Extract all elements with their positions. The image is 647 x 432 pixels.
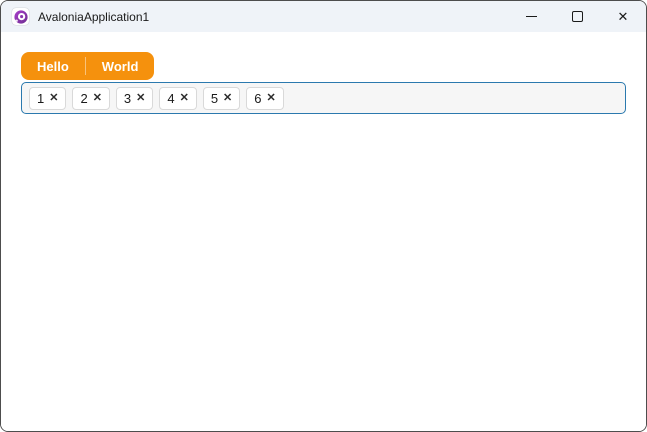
chip-1-remove-icon[interactable]: ✕: [49, 92, 58, 104]
maximize-button[interactable]: [554, 1, 600, 32]
tab-hello-label: Hello: [37, 58, 69, 74]
chip-6-label: 6: [254, 90, 262, 106]
chip-2-label: 2: [80, 90, 88, 106]
chip-1: 1 ✕: [29, 86, 67, 110]
chip-1-label: 1: [37, 90, 45, 106]
tab-world-label: World: [101, 58, 139, 74]
maximize-icon: [571, 11, 583, 22]
tab-hello[interactable]: Hello: [21, 52, 85, 80]
close-button[interactable]: ✕: [600, 1, 646, 32]
window-title: AvaloniaApplication1: [38, 9, 150, 24]
chip-6-remove-icon[interactable]: ✕: [267, 92, 276, 104]
chip-5-label: 5: [210, 90, 219, 106]
title-bar: AvaloniaApplication1 ✕: [1, 1, 646, 32]
avalonia-logo-icon: [12, 8, 29, 25]
chip-input-container[interactable]: 1 ✕ 2 ✕ 3 ✕ 4 ✕ 5 ✕ 6 ✕: [21, 82, 626, 114]
chip-4: 4 ✕: [159, 86, 197, 110]
chip-4-label: 4: [167, 90, 175, 106]
window-controls: ✕: [508, 1, 646, 32]
chip-5-remove-icon[interactable]: ✕: [223, 92, 232, 104]
chip-2-remove-icon[interactable]: ✕: [93, 92, 102, 104]
window-content: Hello World 1 ✕ 2 ✕ 3 ✕ 4 ✕ 5 ✕ 6 ✕: [1, 32, 646, 431]
tab-world[interactable]: World: [86, 52, 155, 80]
tab-strip: Hello World: [21, 52, 155, 80]
chip-3-label: 3: [123, 90, 132, 106]
chip-5: 5 ✕: [202, 86, 241, 110]
chip-2: 2 ✕: [72, 86, 110, 110]
chip-6: 6 ✕: [246, 86, 284, 110]
minimize-icon: [525, 16, 537, 17]
chip-3-remove-icon[interactable]: ✕: [136, 92, 145, 104]
close-icon: ✕: [617, 9, 629, 24]
app-window: AvaloniaApplication1 ✕ Hello World 1 ✕ 2…: [0, 0, 647, 432]
chip-4-remove-icon[interactable]: ✕: [180, 92, 189, 104]
minimize-button[interactable]: [508, 1, 554, 32]
chip-3: 3 ✕: [115, 86, 154, 110]
